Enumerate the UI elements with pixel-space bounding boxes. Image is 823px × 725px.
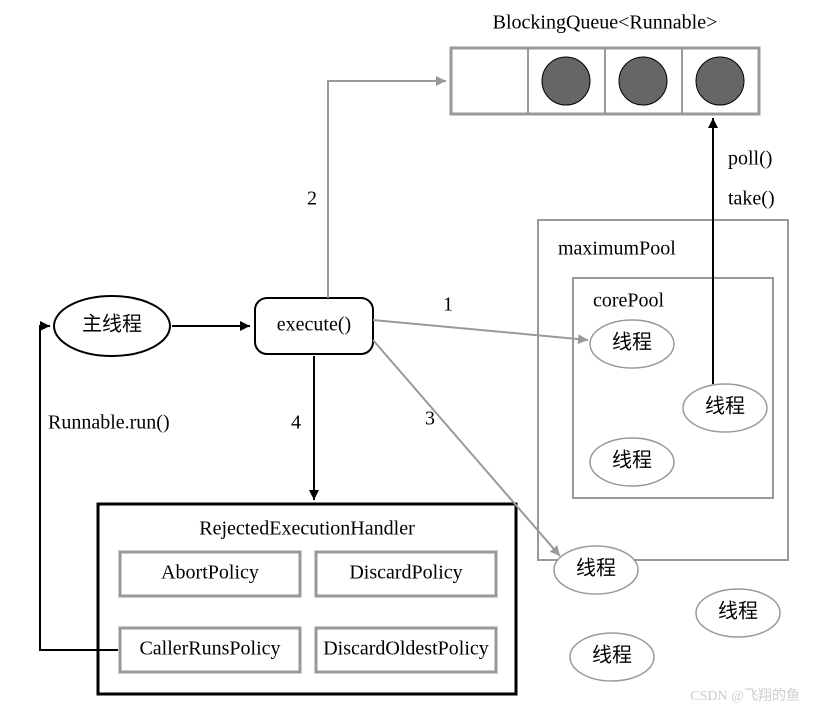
step-4-label: 4 — [291, 412, 301, 434]
runnable-run-label: Runnable.run() — [48, 412, 170, 434]
discard-oldest-policy-label: DiscardOldestPolicy — [323, 638, 489, 660]
core-pool-label: corePool — [593, 290, 665, 312]
arrow-step-2 — [328, 81, 446, 298]
execute-label: execute() — [277, 314, 351, 336]
main-thread-label: 主线程 — [82, 313, 142, 336]
handler-title: RejectedExecutionHandler — [199, 518, 415, 540]
queue-title: BlockingQueue<Runnable> — [493, 12, 718, 34]
take-label: take() — [728, 188, 775, 210]
abort-policy-label: AbortPolicy — [161, 562, 259, 584]
poll-label: poll() — [728, 148, 772, 170]
watermark: CSDN @飞翔的鱼 — [690, 687, 800, 704]
step-1-label: 1 — [443, 294, 453, 316]
step-2-label: 2 — [307, 188, 317, 210]
thread-label: 线程 — [705, 395, 745, 418]
thread-label: 线程 — [592, 644, 632, 667]
queue-task-icon — [696, 57, 744, 105]
queue-task-icon — [619, 57, 667, 105]
arrow-step-1 — [373, 320, 588, 340]
thread-pool-diagram: BlockingQueue<Runnable> poll() take() ma… — [0, 0, 823, 725]
thread-label: 线程 — [612, 331, 652, 354]
discard-policy-label: DiscardPolicy — [349, 562, 462, 584]
thread-label: 线程 — [718, 600, 758, 623]
queue-task-icon — [542, 57, 590, 105]
thread-label: 线程 — [576, 557, 616, 580]
caller-runs-policy-label: CallerRunsPolicy — [139, 638, 280, 660]
blocking-queue — [451, 48, 759, 114]
thread-label: 线程 — [612, 449, 652, 472]
maximum-pool-label: maximumPool — [558, 238, 676, 260]
rejected-handler-box: RejectedExecutionHandler AbortPolicy Dis… — [98, 504, 516, 694]
step-3-label: 3 — [425, 408, 435, 430]
